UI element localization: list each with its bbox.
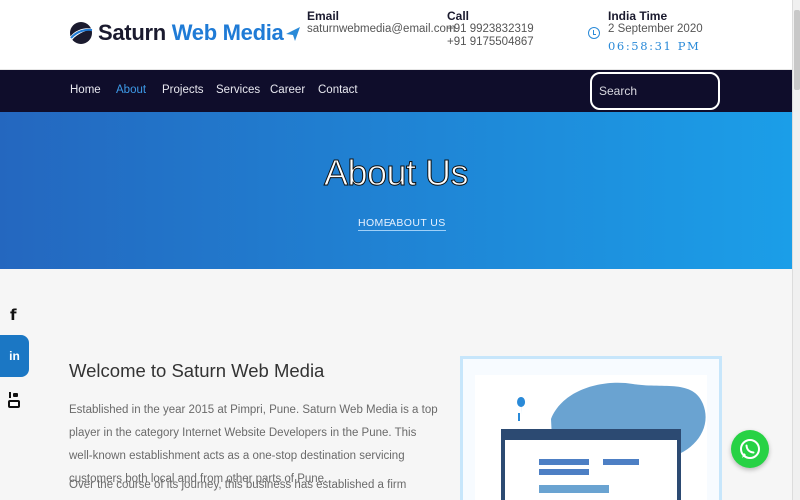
nav-item-home[interactable]: Home [70,84,101,96]
whatsapp-icon [740,439,760,459]
time-label: India Time [608,9,668,23]
clock-icon [588,27,600,39]
nav-item-contact[interactable]: Contact [318,84,358,96]
logo-text: Saturn Web Media [98,20,284,46]
call-label: Call [447,9,470,23]
logo-word-web-media: Web Media [171,20,284,45]
time-clock: 06:58:31 PM [608,39,701,53]
top-header: Saturn Web Media Email saturnwebmedia@em… [0,0,800,70]
time-date: 2 September 2020 [608,23,703,35]
call-block: Call +91 9923832319 +91 9175504867 [447,9,534,49]
phone-number-2[interactable]: +91 9175504867 [447,36,534,49]
nav-item-about[interactable]: About [116,84,146,96]
section-heading: Welcome to Saturn Web Media [69,360,325,381]
page-title: About Us [323,152,469,194]
facebook-icon[interactable]: f [10,306,20,324]
nav-item-career[interactable]: Career [270,84,305,96]
page-scrollbar[interactable] [792,0,800,500]
nav-item-projects[interactable]: Projects [162,84,204,96]
search-input[interactable] [592,74,718,108]
logo-mark-icon [70,22,93,44]
nav-item-services[interactable]: Services [216,84,260,96]
search-box [590,72,720,110]
journey-paragraph: Over the course of its journey, this bus… [69,479,407,491]
phone-number-1[interactable]: +91 9923832319 [447,23,534,36]
linkedin-icon[interactable]: in [0,335,29,377]
email-block: Email saturnwebmedia@email.com [307,9,455,36]
hero-banner: About Us HOME ABOUT US [0,112,792,269]
whatsapp-button[interactable] [731,430,769,468]
india-time-block: India Time 2 September 2020 06:58:31 PM [608,9,703,53]
about-illustration [460,356,722,500]
page: Saturn Web Media Email saturnwebmedia@em… [0,0,800,500]
brand-logo[interactable]: Saturn Web Media [68,16,284,50]
email-value[interactable]: saturnwebmedia@email.com [307,23,455,36]
logo-word-saturn: Saturn [98,20,166,45]
website-illustration [475,375,707,500]
breadcrumb-about-us[interactable]: ABOUT US [389,217,446,231]
email-label: Email [307,9,340,23]
youtube-icon[interactable] [8,392,20,408]
send-icon [286,27,300,41]
breadcrumb-home[interactable]: HOME [358,217,392,231]
scrollbar-thumb[interactable] [794,10,800,90]
